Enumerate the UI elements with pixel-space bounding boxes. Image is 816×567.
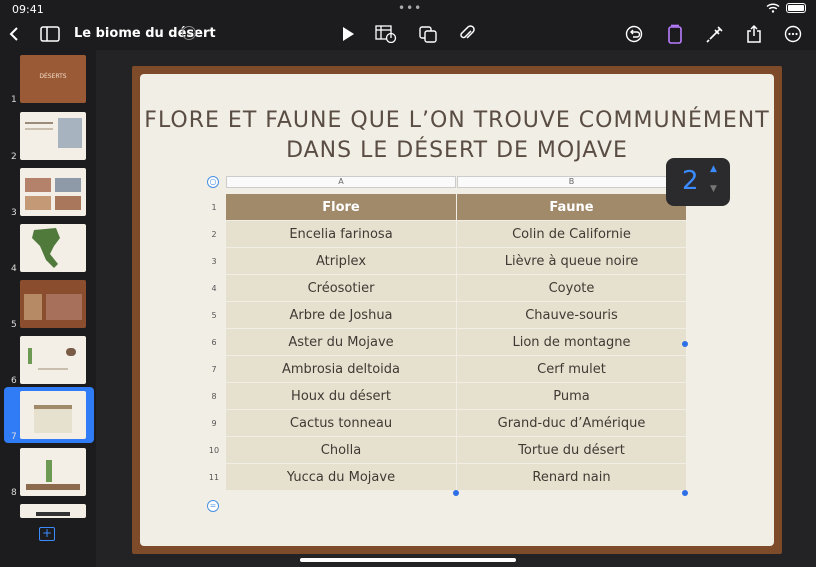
table-cell[interactable]: Tortue du désert bbox=[457, 437, 686, 463]
table-select-handle[interactable]: ○ bbox=[207, 176, 219, 188]
slide-number-7: 7 bbox=[11, 432, 17, 442]
row-header[interactable]: 11 bbox=[206, 473, 222, 482]
attachment-icon[interactable] bbox=[455, 22, 479, 46]
table-cell[interactable]: Cerf mulet bbox=[457, 356, 686, 382]
row-header[interactable]: 5 bbox=[206, 311, 222, 320]
table-cell[interactable]: Arbre de Joshua bbox=[226, 302, 456, 328]
share-icon[interactable] bbox=[742, 22, 766, 46]
slide-number-8: 8 bbox=[11, 488, 17, 498]
wifi-icon bbox=[766, 3, 780, 13]
slide-thumbnail-3[interactable] bbox=[20, 168, 86, 216]
add-row-handle[interactable]: = bbox=[207, 500, 219, 512]
slide-thumbnail-8[interactable] bbox=[20, 448, 86, 496]
title-chevron-icon[interactable]: ⌄ bbox=[182, 26, 196, 40]
slide-navigator: DÉSERTS 1 2 3 4 5 6 7 8 + bbox=[0, 50, 96, 567]
table-cell[interactable]: Grand-duc d’Amérique bbox=[457, 410, 686, 436]
toolbar: Le biome du désert ⌄ bbox=[0, 18, 816, 50]
table-cell[interactable]: Coyote bbox=[457, 275, 686, 301]
table-cell[interactable]: Cactus tonneau bbox=[226, 410, 456, 436]
resize-handle-bottom[interactable] bbox=[453, 490, 459, 496]
row-header[interactable]: 3 bbox=[206, 257, 222, 266]
table-cell[interactable]: Yucca du Mojave bbox=[226, 464, 456, 490]
slide-number-3: 3 bbox=[11, 208, 17, 218]
table-header-cell[interactable]: Flore bbox=[226, 194, 456, 220]
resize-handle-right[interactable] bbox=[682, 341, 688, 347]
resize-handle-corner[interactable] bbox=[682, 490, 688, 496]
play-icon[interactable] bbox=[336, 22, 360, 46]
slide-thumbnail-6[interactable] bbox=[20, 336, 86, 384]
table-cell[interactable]: Lion de montagne bbox=[457, 329, 686, 355]
more-icon[interactable] bbox=[781, 22, 805, 46]
slide-number-2: 2 bbox=[11, 152, 17, 162]
table-cell[interactable]: Chauve-souris bbox=[457, 302, 686, 328]
table-cell[interactable]: Cholla bbox=[226, 437, 456, 463]
undo-icon[interactable] bbox=[622, 22, 646, 46]
stepper-down-icon[interactable]: ▼ bbox=[710, 184, 717, 194]
table-cell[interactable]: Puma bbox=[457, 383, 686, 409]
sidebar-toggle-icon[interactable] bbox=[38, 22, 62, 46]
slide-number-1: 1 bbox=[11, 95, 17, 105]
table-cell[interactable]: Créosotier bbox=[226, 275, 456, 301]
brush-icon[interactable] bbox=[703, 22, 727, 46]
stepper-up-icon[interactable]: ▲ bbox=[710, 164, 717, 174]
slide-thumbnail-4[interactable] bbox=[20, 224, 86, 272]
add-slide-button[interactable]: + bbox=[39, 527, 55, 541]
table-cell[interactable]: Lièvre à queue noire bbox=[457, 248, 686, 274]
table-cell[interactable]: Renard nain bbox=[457, 464, 686, 490]
row-header[interactable]: 4 bbox=[206, 284, 222, 293]
table-cell[interactable]: Houx du désert bbox=[226, 383, 456, 409]
battery-icon bbox=[786, 3, 806, 13]
table-cell[interactable]: Colin de Californie bbox=[457, 221, 686, 247]
slide-title-line-1: FLORE ET FAUNE QUE L’ON TROUVE COMMUNÉME… bbox=[144, 108, 770, 133]
table-header-cell[interactable]: Faune bbox=[457, 194, 686, 220]
column-count-stepper[interactable]: 2 ▲ ▼ bbox=[666, 158, 730, 206]
table-chart-icon[interactable] bbox=[374, 22, 398, 46]
column-header-a[interactable]: A bbox=[226, 176, 456, 188]
row-header[interactable]: 8 bbox=[206, 392, 222, 401]
row-header[interactable]: 7 bbox=[206, 365, 222, 374]
slide-thumbnail-1[interactable]: DÉSERTS bbox=[20, 55, 86, 103]
slide-thumbnail-9[interactable] bbox=[20, 504, 86, 518]
row-header[interactable]: 6 bbox=[206, 338, 222, 347]
shapes-icon[interactable] bbox=[416, 22, 440, 46]
slide-number-5: 5 bbox=[11, 320, 17, 330]
row-header[interactable]: 2 bbox=[206, 230, 222, 239]
format-icon[interactable] bbox=[663, 22, 687, 46]
slide-number-6: 6 bbox=[11, 376, 17, 386]
status-bar: 09:41 ••• bbox=[0, 0, 816, 18]
home-indicator[interactable] bbox=[300, 558, 516, 562]
slide-number-4: 4 bbox=[11, 264, 17, 274]
slide-title[interactable]: FLORE ET FAUNE QUE L’ON TROUVE COMMUNÉME… bbox=[140, 106, 774, 166]
status-time: 09:41 bbox=[12, 3, 44, 16]
stepper-value: 2 bbox=[682, 166, 699, 196]
table-cell[interactable]: Encelia farinosa bbox=[226, 221, 456, 247]
table-cell[interactable]: Aster du Mojave bbox=[226, 329, 456, 355]
row-header[interactable]: 1 bbox=[206, 203, 222, 212]
column-header-b[interactable]: B bbox=[457, 176, 686, 188]
slide-thumbnail-7[interactable] bbox=[20, 391, 86, 439]
row-header[interactable]: 9 bbox=[206, 419, 222, 428]
row-header[interactable]: 10 bbox=[206, 446, 222, 455]
slide-thumbnail-2[interactable] bbox=[20, 112, 86, 160]
table-cell[interactable]: Atriplex bbox=[226, 248, 456, 274]
status-right bbox=[766, 3, 806, 13]
slide-thumbnail-5[interactable] bbox=[20, 280, 86, 328]
table-cell[interactable]: Ambrosia deltoida bbox=[226, 356, 456, 382]
multitasking-dots[interactable]: ••• bbox=[398, 1, 422, 15]
back-icon[interactable] bbox=[2, 22, 26, 46]
slide-thumbnail-1-title: DÉSERTS bbox=[39, 73, 67, 80]
